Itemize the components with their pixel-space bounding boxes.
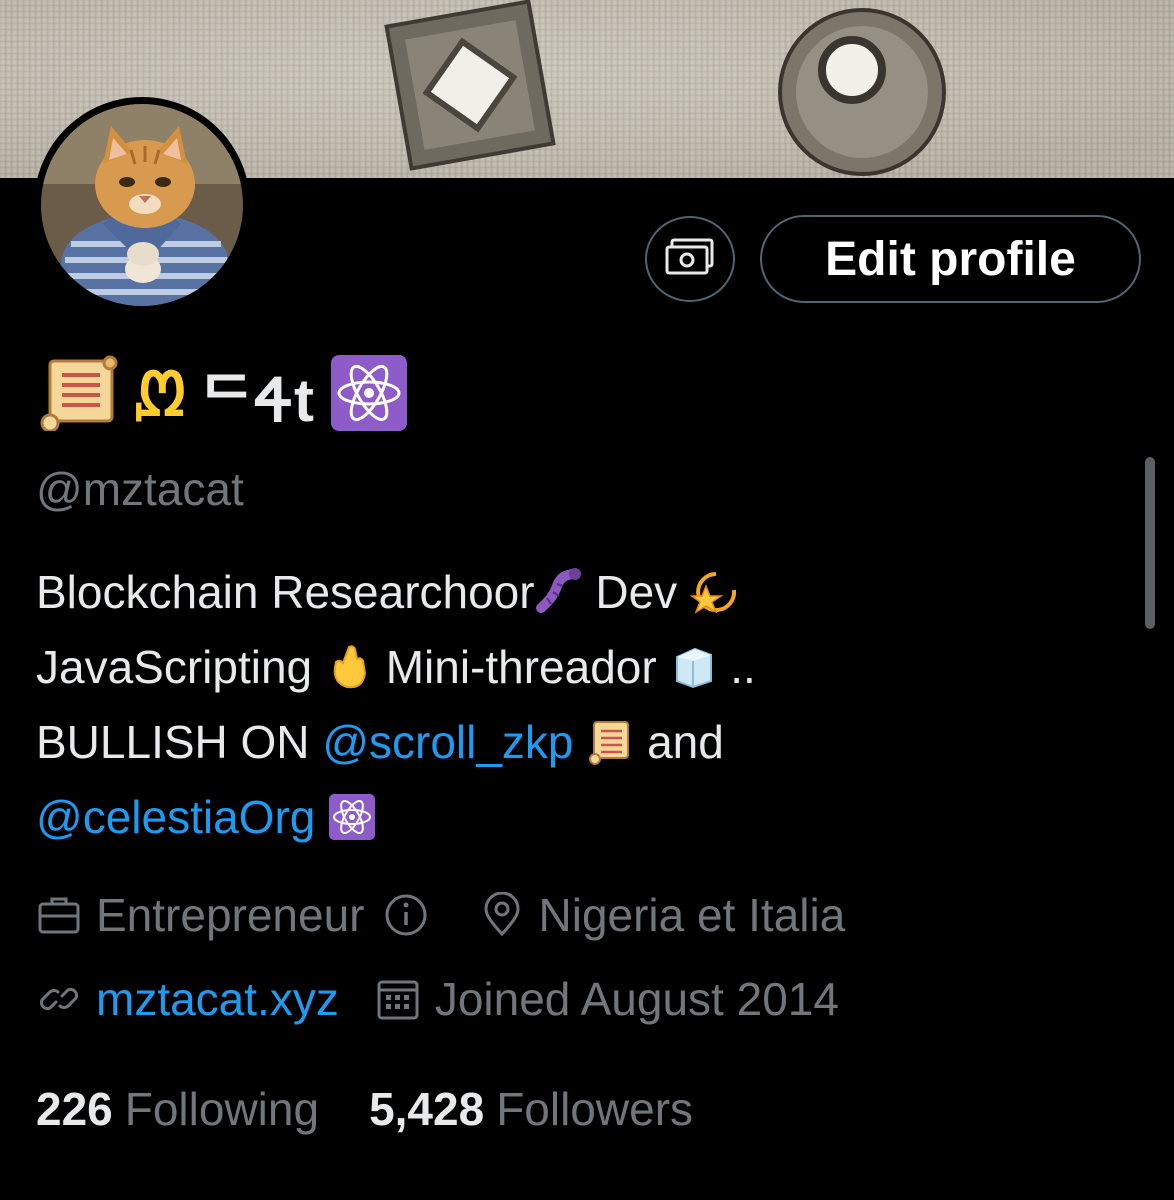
ice-cube-emoji-icon <box>669 643 717 691</box>
edit-profile-button[interactable]: Edit profile <box>760 215 1141 303</box>
link-icon <box>36 976 82 1022</box>
display-name-m-glyph: ᘻ <box>134 360 186 430</box>
profile-bio: Blockchain Researchoor Dev JavaScripting… <box>36 555 1116 855</box>
following-count: 226 <box>36 1083 113 1135</box>
briefcase-icon <box>36 892 82 938</box>
bio-line-2: JavaScripting Mini-threador .. <box>36 641 756 693</box>
profile-handle: @mztacat <box>36 463 244 515</box>
followers-label: Followers <box>496 1083 694 1135</box>
profession-label: Entrepreneur <box>96 889 365 941</box>
profile-avatar[interactable] <box>34 97 250 313</box>
location-label: Nigeria et Italia <box>538 889 846 941</box>
calendar-icon <box>375 976 421 1022</box>
mention-scroll-zkp-link[interactable]: @scroll_zkp <box>322 716 573 768</box>
info-icon[interactable] <box>383 892 429 938</box>
bio-line-1: Blockchain Researchoor Dev <box>36 555 1116 630</box>
scroll-emoji-icon <box>36 355 120 435</box>
bug-emoji-icon <box>535 568 583 616</box>
edit-profile-label: Edit profile <box>825 232 1076 286</box>
atom-emoji-icon <box>329 353 409 437</box>
display-name-text: ᄃᏎt <box>199 366 315 434</box>
scrollbar-thumb[interactable] <box>1145 457 1155 629</box>
following-stat[interactable]: 226 Following <box>36 1082 319 1136</box>
atom-emoji-icon <box>328 793 376 841</box>
crossed-fingers-emoji-icon <box>325 643 373 691</box>
bio-line-3: BULLISH ON @scroll_zkp and <box>36 716 724 768</box>
followers-stat[interactable]: 5,428 Followers <box>369 1082 693 1136</box>
tips-button[interactable] <box>645 216 735 302</box>
mention-celestia-link[interactable]: @celestiaOrg <box>36 791 315 843</box>
website-link[interactable]: mztacat.xyz <box>96 972 339 1026</box>
dizzy-star-emoji-icon <box>689 568 738 616</box>
following-label: Following <box>124 1083 320 1135</box>
location-pin-icon <box>479 892 525 938</box>
display-name: ᘻ ᄃᏎt <box>36 350 409 440</box>
joined-date-label: Joined August 2014 <box>434 973 839 1025</box>
profile-meta-row-1: Entrepreneur Nigeria et Italia <box>36 888 845 942</box>
follow-stats: 226 Following 5,428 Followers <box>36 1082 693 1136</box>
cat-avatar-image <box>41 104 243 306</box>
profile-meta-row-2: mztacat.xyz Joined August 2014 <box>36 972 839 1026</box>
money-icon <box>664 237 716 281</box>
scroll-emoji-icon <box>586 718 634 766</box>
bio-line-4: @celestiaOrg <box>36 780 1116 855</box>
followers-count: 5,428 <box>369 1083 485 1135</box>
